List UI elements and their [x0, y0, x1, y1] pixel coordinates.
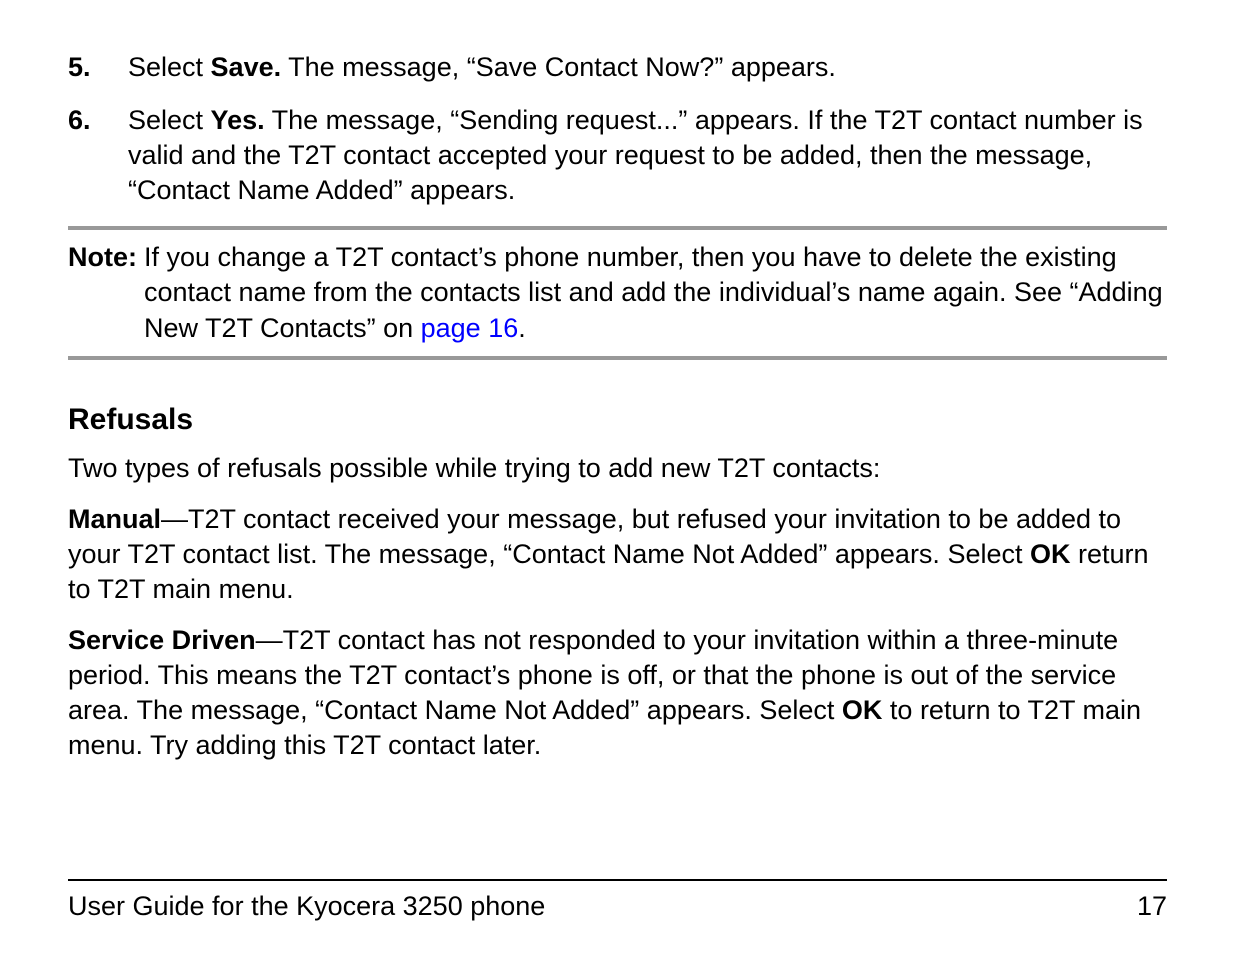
- note-content: If you change a T2T contact’s phone numb…: [144, 240, 1167, 345]
- refusals-service: Service Driven—T2T contact has not respo…: [68, 623, 1167, 763]
- note-text-after: .: [518, 313, 526, 343]
- ok-label: OK: [842, 695, 883, 725]
- footer-title: User Guide for the Kyocera 3250 phone: [68, 889, 545, 924]
- footer-page-number: 17: [1137, 889, 1167, 924]
- text-suffix: The message, “Save Contact Now?” appears…: [281, 52, 836, 82]
- note-text-before: If you change a T2T contact’s phone numb…: [144, 242, 1163, 342]
- dash: —: [161, 504, 188, 534]
- ok-label: OK: [1030, 539, 1071, 569]
- manual-text-before: T2T contact received your message, but r…: [68, 504, 1121, 569]
- list-item-5: 5. Select Save. The message, “Save Conta…: [68, 50, 1167, 85]
- list-content: Select Save. The message, “Save Contact …: [128, 50, 1167, 85]
- note-block: Note: If you change a T2T contact’s phon…: [68, 226, 1167, 359]
- text-prefix: Select: [128, 52, 211, 82]
- text-suffix: The message, “Sending request...” appear…: [128, 105, 1143, 205]
- list-number: 5.: [68, 50, 128, 85]
- section-heading-refusals: Refusals: [68, 400, 1167, 439]
- dash: —: [256, 625, 283, 655]
- text-prefix: Select: [128, 105, 211, 135]
- list-item-6: 6. Select Yes. The message, “Sending req…: [68, 103, 1167, 208]
- refusals-intro: Two types of refusals possible while try…: [68, 451, 1167, 486]
- list-number: 6.: [68, 103, 128, 208]
- service-label: Service Driven: [68, 625, 256, 655]
- refusals-manual: Manual—T2T contact received your message…: [68, 502, 1167, 607]
- note-label: Note:: [68, 240, 144, 345]
- page-footer: User Guide for the Kyocera 3250 phone 17: [68, 879, 1167, 924]
- list-content: Select Yes. The message, “Sending reques…: [128, 103, 1167, 208]
- page-link[interactable]: page 16: [421, 313, 519, 343]
- text-bold: Save.: [211, 52, 282, 82]
- text-bold: Yes.: [211, 105, 265, 135]
- manual-label: Manual: [68, 504, 161, 534]
